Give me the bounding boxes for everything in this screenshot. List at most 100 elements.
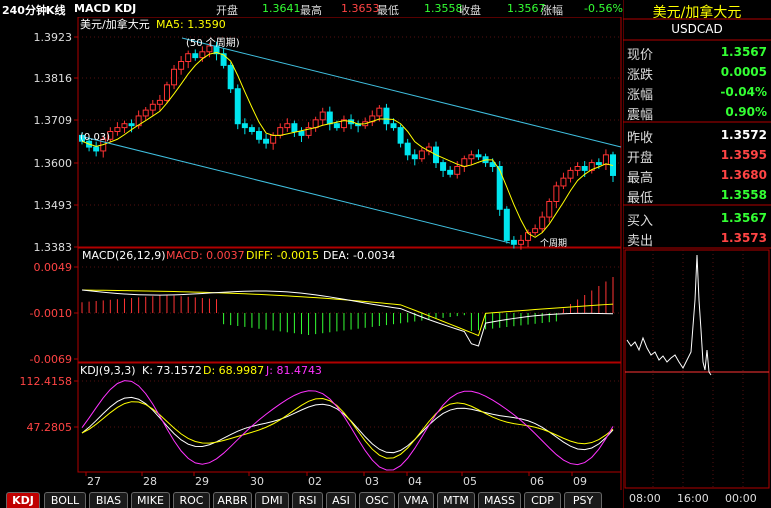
k-line [81,396,614,454]
price-tick-label: 1.3709 [34,114,73,127]
candle-body [574,166,581,171]
tab-arbr[interactable]: ARBR [213,492,252,508]
quote-row-value: 0.90% [725,105,767,119]
price-tick-label: 1.3923 [34,31,73,44]
candle-body [248,127,255,133]
low-label: 最低 [377,4,399,17]
high-label: 最高 [300,4,322,17]
change-label: 涨幅 [541,4,563,17]
candle-body [171,68,178,86]
intraday-frame [624,249,770,489]
tab-boll[interactable]: BOLL [44,492,86,508]
candle-body [192,53,199,59]
candle-body [397,127,404,144]
candle-body [256,131,262,140]
channel-annotation-top: (50 个周期) [186,37,240,49]
tab-mass[interactable]: MASS [478,492,521,508]
intraday-line [626,254,712,376]
tab-bias[interactable]: BIAS [89,492,128,508]
quote-row: 卖出 1.3573 [623,228,771,249]
candle-body [93,146,100,152]
tab-kdj[interactable]: KDJ [6,492,40,508]
indicator-label: MACD KDJ [74,2,137,15]
tab-roc[interactable]: ROC [173,492,210,508]
quote-row-label: 涨跌 [627,68,654,83]
quote-row: 开盘 1.3595 [623,145,771,166]
x-tick-label: 28 [143,475,157,488]
tab-osc[interactable]: OSC [359,492,395,508]
x-tick-label: 05 [463,475,477,488]
x-tick-label: 09 [573,475,587,488]
candle-body [376,107,383,117]
quote-row-value: 1.3567 [720,211,767,225]
tab-rsi[interactable]: RSI [292,492,323,508]
x-tick-label: 03 [365,475,379,488]
macd-value: MACD: 0.0037 [166,249,245,262]
candle-body [454,166,461,175]
open-value: 1.3641 [262,2,301,15]
candle-body [319,111,326,121]
quote-row-value: 0.0005 [720,65,767,79]
candle-body [595,162,602,166]
candle-body [241,123,248,129]
diff-value: DIFF: -0.0015 [246,249,319,262]
quote-row-value: 1.3573 [720,231,767,245]
quote-row: 震幅 0.90% [623,102,771,123]
tab-asi[interactable]: ASI [326,492,356,508]
x-tick-label: 30 [250,475,264,488]
candle-body [602,154,609,166]
candle-body [326,111,333,125]
candle-body [263,138,270,144]
candle-body [163,84,170,101]
candle-body [156,99,163,105]
tab-mtm[interactable]: MTM [437,492,475,508]
open-label: 开盘 [216,4,238,17]
candle-body [121,123,128,129]
candle-body [149,103,156,111]
x-tick-label: 29 [195,475,209,488]
chart-area[interactable]: 1.3923 1.3816 1.3709 1.3600 1.3493 1.3383 0.00… [0,0,623,490]
candle-body [333,123,340,129]
quote-row-label: 开盘 [627,151,654,166]
kline-label: K线 [46,4,66,17]
high-value: 1.3653 [341,2,380,15]
candle-body [553,185,560,202]
candle-body [496,166,503,210]
j-value: J: 81.4743 [265,364,322,377]
quote-row-value: 1.3572 [720,128,767,142]
x-tick-label: 27 [87,475,101,488]
main-panel-frame [77,16,622,248]
candle-body [277,127,284,136]
quote-row-label: 震幅 [627,108,654,123]
symbol-name: 美元/加拿大元 [652,5,742,21]
macd-tick-label: -0.0010 [30,307,72,320]
candle-body [234,88,241,125]
quote-row: 涨跌 0.0005 [623,62,771,83]
candle-body [567,169,574,179]
tab-dmi[interactable]: DMI [255,492,289,508]
kdj-title: KDJ(9,3,3) [80,364,136,377]
kdj-tick-label: 112.4158 [20,375,73,388]
candle-body [418,150,425,160]
channel-annotation-bottom: 个周期 [540,238,567,249]
candle-body [440,162,447,171]
candle-body [539,216,546,230]
tab-cdp[interactable]: CDP [524,492,561,508]
candle-body [128,123,135,127]
tab-mike[interactable]: MIKE [131,492,170,508]
candle-body [312,119,319,129]
tab-psy[interactable]: PSY [564,492,602,508]
candle-body [475,154,482,158]
dea-line [81,289,614,347]
candle-body [546,201,553,218]
candle-body [227,64,234,90]
candle-body [447,169,454,175]
tab-vma[interactable]: VMA [398,492,434,508]
quote-row: 最低 1.3558 [623,185,771,206]
x-tick-label: 02 [308,475,322,488]
intraday-time-label: 00:00 [725,492,757,505]
candle-body [284,123,291,129]
close-value: 1.3567 [507,2,546,15]
candle-body [411,154,418,160]
intraday-time-label: 08:00 [629,492,661,505]
